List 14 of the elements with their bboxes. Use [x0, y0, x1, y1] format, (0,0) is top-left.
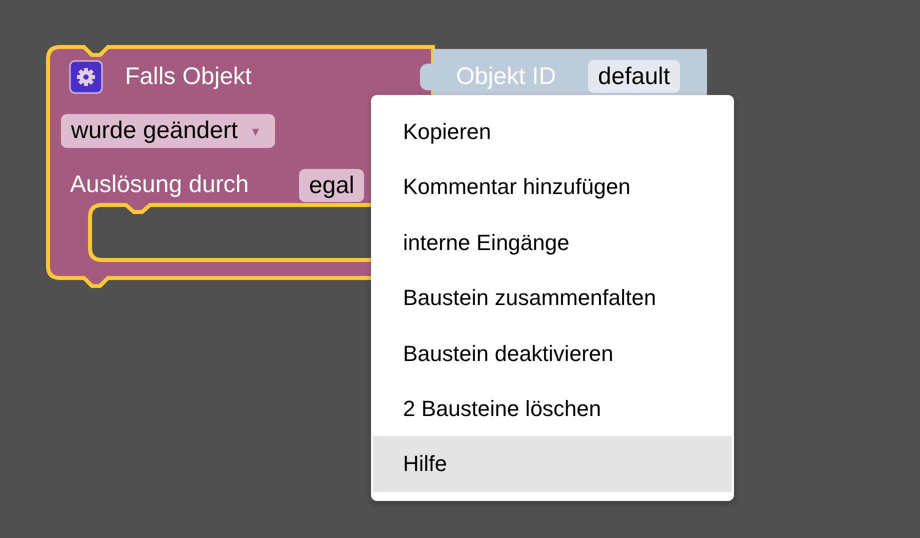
menu-item[interactable]: interne Eingänge: [373, 214, 732, 270]
gear-icon[interactable]: [69, 60, 103, 94]
menu-item[interactable]: Baustein deaktivieren: [373, 326, 732, 381]
object-id-field[interactable]: default: [588, 60, 680, 93]
event-dropdown[interactable]: wurde geändert ▾: [61, 114, 275, 148]
object-id-label: Objekt ID: [456, 62, 556, 92]
trigger-field[interactable]: egal: [299, 169, 364, 202]
menu-item[interactable]: 2 Bausteine löschen: [373, 380, 732, 436]
block-title: Falls Objekt: [125, 62, 252, 92]
menu-item[interactable]: Kopieren: [373, 104, 732, 160]
menu-item[interactable]: Baustein zusammenfalten: [373, 270, 732, 326]
trigger-label: Auslösung durch: [70, 170, 249, 200]
menu-item[interactable]: Hilfe: [373, 436, 732, 492]
menu-item[interactable]: Kommentar hinzufügen: [373, 159, 732, 215]
